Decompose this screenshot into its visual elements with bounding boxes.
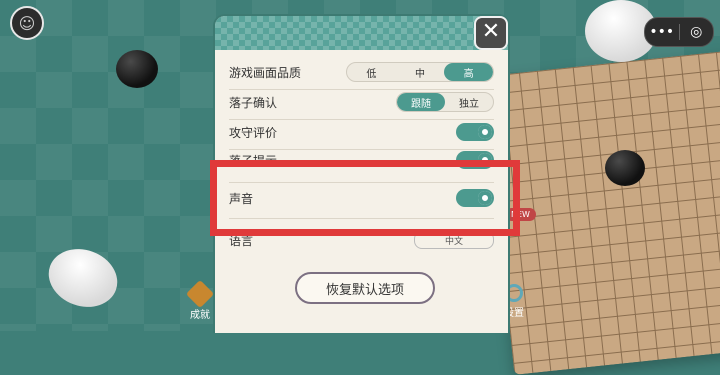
confirm-selector: 跟随 独立 [396, 92, 494, 112]
quality-option-low[interactable]: 低 [347, 63, 396, 81]
quality-label: 游戏画面品质 [229, 65, 302, 80]
panel-header [215, 16, 508, 50]
mini-program-capsule: ••• ◎ [644, 17, 714, 47]
confirm-option-independent[interactable]: 独立 [445, 93, 493, 111]
black-stone [116, 50, 158, 88]
avatar[interactable]: ☺ [10, 6, 44, 40]
record-icon[interactable]: ◎ [680, 24, 714, 40]
confirm-label: 落子确认 [229, 95, 278, 110]
quality-option-high[interactable]: 高 [444, 63, 493, 81]
highlight-box [210, 160, 520, 236]
close-icon[interactable]: ✕ [474, 16, 508, 50]
achievements-label: 成就 [190, 310, 210, 321]
achievements-tab[interactable]: 成就 [185, 279, 215, 321]
restore-defaults-button[interactable]: 恢复默认选项 [295, 272, 435, 304]
confirm-option-follow[interactable]: 跟随 [397, 93, 445, 111]
achievement-icon [185, 279, 215, 309]
quality-option-mid[interactable]: 中 [396, 63, 445, 81]
quality-selector: 低 中 高 [346, 62, 494, 82]
quality-row: 游戏画面品质 低 中 高 [229, 56, 494, 88]
more-icon[interactable]: ••• [645, 24, 679, 40]
black-stone [605, 150, 645, 186]
evaluation-label: 攻守评价 [229, 125, 278, 140]
evaluation-toggle[interactable] [456, 123, 494, 141]
confirm-row: 落子确认 跟随 独立 [229, 86, 494, 118]
